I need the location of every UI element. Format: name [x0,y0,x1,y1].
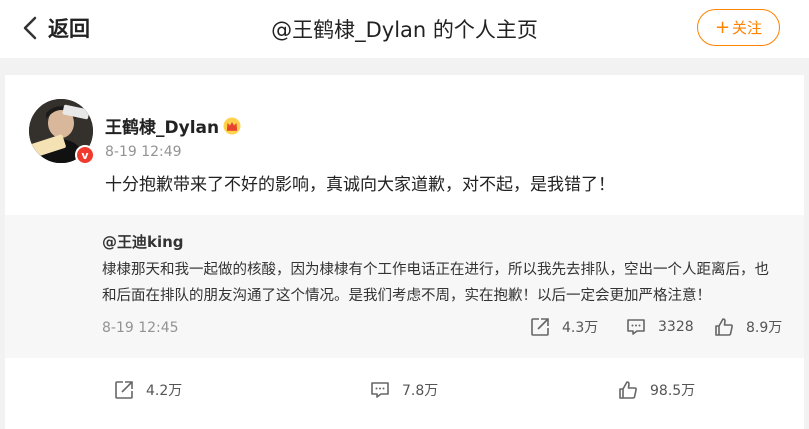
comment-button[interactable]: 7.8万 [370,380,438,400]
top-bar: 返回 @王鹤棣_Dylan 的个人主页 + 关注 [0,0,809,58]
like-count: 98.5万 [650,383,696,399]
quoted-like-button[interactable]: 8.9万 [714,317,782,337]
quoted-like-count: 8.9万 [746,320,783,336]
plus-icon: + [714,16,731,38]
follow-label: 关注 [732,19,763,37]
quoted-comment-button[interactable]: 3328 [626,317,694,337]
comment-icon [627,319,645,335]
follow-button[interactable]: + 关注 [697,9,780,46]
author-row: 王鹤棣_Dylan [105,113,241,138]
quoted-comment-count: 3328 [658,319,694,335]
quoted-text: 棣棣那天和我一起做的核酸，因为棣棣有个工作电话正在进行，所以我先去排队，空出一个… [102,262,769,304]
author-name[interactable]: 王鹤棣_Dylan [105,113,219,138]
like-button[interactable]: 98.5万 [618,380,695,400]
quoted-author[interactable]: @王迪king [102,231,184,252]
repost-count: 4.2万 [146,383,183,399]
comment-count: 7.8万 [402,383,439,399]
comment-icon [371,382,389,398]
crown-icon [223,117,241,134]
like-icon [619,381,637,399]
avatar[interactable]: v [29,99,95,165]
post-text: 十分抱歉带来了不好的影响，真诚向大家道歉，对不起，是我错了！ [105,175,615,195]
quoted-repost-count: 4.3万 [562,320,599,336]
quoted-repost-button[interactable]: 4.3万 [530,317,598,337]
quoted-time: 8-19 12:45 [102,320,179,336]
post-time: 8-19 12:49 [105,144,182,160]
like-icon [715,318,733,336]
post-card: v 王鹤棣_Dylan 8-19 12:49 十分抱歉带来了不好的影响，真诚向大… [5,75,804,429]
repost-icon [531,318,549,336]
page-title: @王鹤棣_Dylan 的个人主页 [271,18,538,42]
quoted-post[interactable]: @王迪king 棣棣那天和我一起做的核酸，因为棣棣有个工作电话正在进行，所以我先… [5,215,804,358]
repost-button[interactable]: 4.2万 [114,380,182,400]
verified-badge: v [75,145,95,165]
repost-icon [115,381,133,399]
